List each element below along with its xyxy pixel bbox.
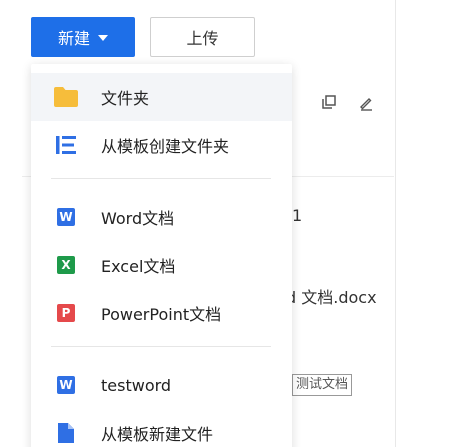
template-list-icon bbox=[53, 132, 79, 158]
menu-separator bbox=[51, 346, 271, 347]
menu-item-excel[interactable]: X Excel文档 bbox=[31, 241, 292, 289]
new-button-label: 新建 bbox=[57, 29, 90, 48]
menu-item-powerpoint[interactable]: P PowerPoint文档 bbox=[31, 289, 292, 337]
menu-item-label: Excel文档 bbox=[101, 257, 176, 276]
menu-item-folder[interactable]: 文件夹 bbox=[31, 73, 292, 121]
word-icon: W bbox=[53, 372, 79, 398]
copy-icon[interactable] bbox=[322, 95, 336, 109]
new-button[interactable]: 新建 bbox=[31, 17, 135, 57]
file-count-text: 1 bbox=[292, 206, 303, 225]
menu-separator bbox=[51, 178, 271, 179]
word-icon: W bbox=[53, 204, 79, 230]
menu-item-word[interactable]: W Word文档 bbox=[31, 193, 292, 241]
upload-button-label: 上传 bbox=[186, 29, 219, 48]
menu-item-file-from-template[interactable]: 从模板新建文件 bbox=[31, 409, 292, 447]
menu-item-label: Word文档 bbox=[101, 209, 175, 228]
new-dropdown-menu: 文件夹 从模板创建文件夹 W Word文档 X Excel文档 P PowerP… bbox=[31, 64, 292, 447]
menu-item-folder-from-template[interactable]: 从模板创建文件夹 bbox=[31, 121, 292, 169]
folder-icon bbox=[53, 84, 79, 110]
powerpoint-icon: P bbox=[53, 300, 79, 326]
menu-item-label: 文件夹 bbox=[101, 89, 150, 108]
upload-button[interactable]: 上传 bbox=[150, 17, 255, 57]
menu-item-label: 从模板新建文件 bbox=[101, 425, 214, 444]
file-name-text: d 文档.docx bbox=[286, 288, 377, 307]
panel-right-border bbox=[395, 0, 396, 447]
edit-icon[interactable] bbox=[358, 95, 374, 111]
menu-item-label: 从模板创建文件夹 bbox=[101, 137, 230, 156]
file-tag: 测试文档 bbox=[292, 374, 353, 396]
caret-down-icon bbox=[98, 35, 108, 41]
excel-icon: X bbox=[53, 252, 79, 278]
menu-item-label: PowerPoint文档 bbox=[101, 305, 222, 324]
menu-item-testword[interactable]: W testword bbox=[31, 361, 292, 409]
menu-item-label: testword bbox=[101, 375, 172, 395]
file-icon bbox=[53, 420, 79, 446]
